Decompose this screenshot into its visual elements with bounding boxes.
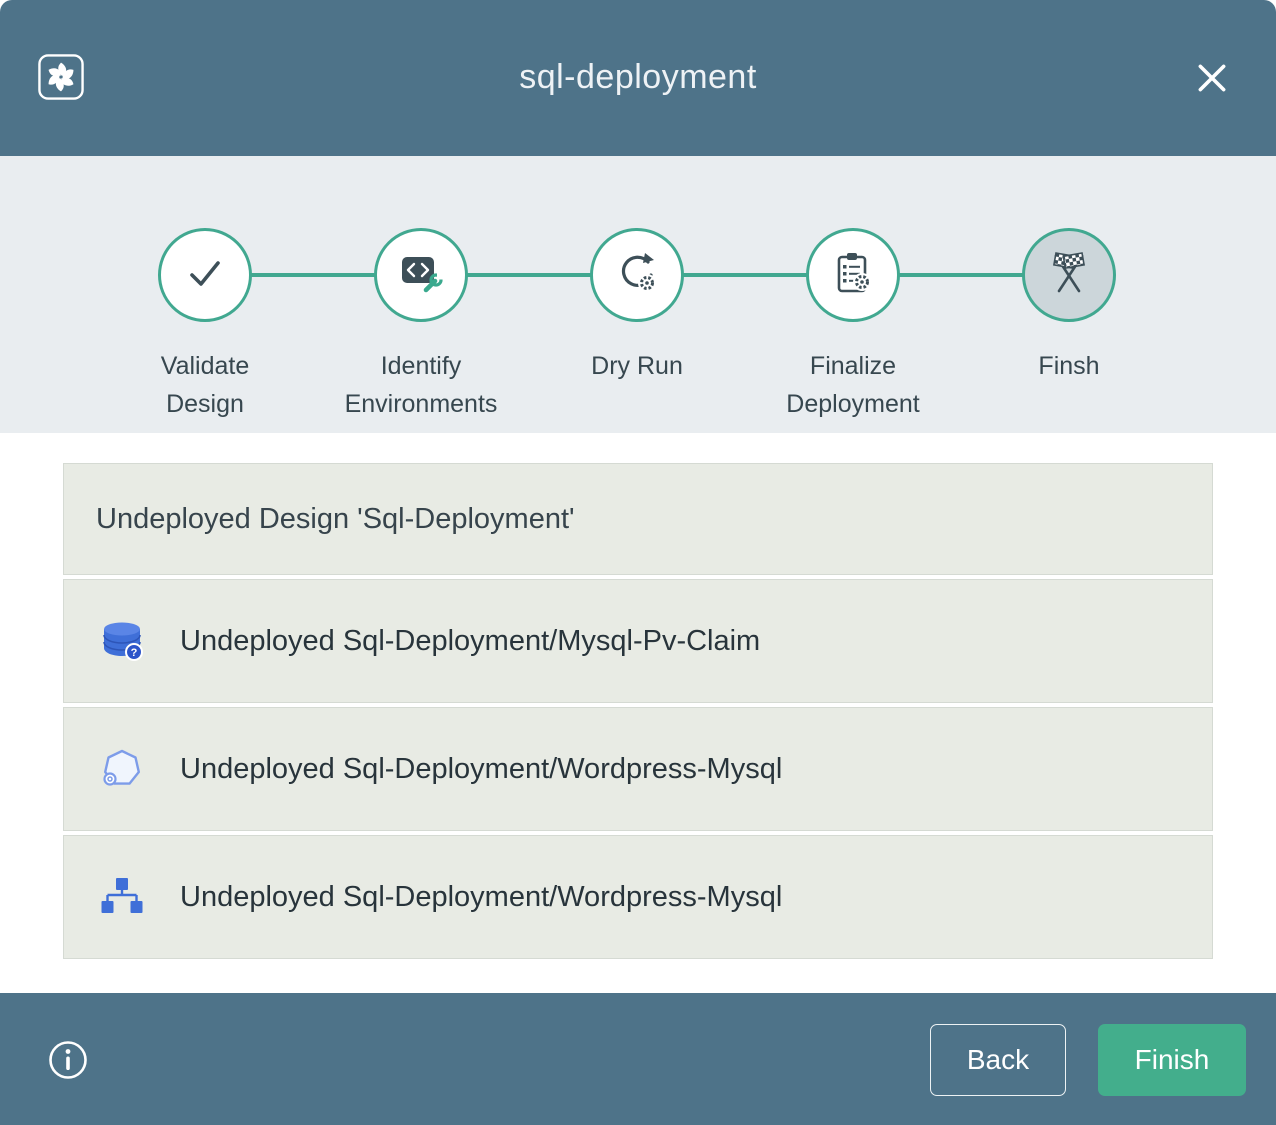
step-circle-validate-design [158, 228, 252, 322]
result-row-mysql-pv-claim: ? Undeployed Sql-Deployment/Mysql-Pv-Cla… [63, 579, 1213, 703]
result-row-text: Undeployed Sql-Deployment/Mysql-Pv-Claim [180, 625, 760, 658]
topology-icon [98, 874, 146, 920]
result-row-text: Undeployed Sql-Deployment/Wordpress-Mysq… [180, 881, 782, 914]
step-circle-finish [1022, 228, 1116, 322]
info-icon[interactable] [46, 1038, 90, 1082]
checkered-flags-icon [1043, 247, 1095, 304]
step-identify-environments: Identify Environments [313, 228, 529, 423]
step-circle-finalize-deployment [806, 228, 900, 322]
sync-gear-icon [613, 249, 661, 302]
step-label: Identify Environments [340, 348, 502, 423]
database-icon: ? [98, 620, 146, 662]
step-circle-dry-run [590, 228, 684, 322]
step-circle-identify-environments [374, 228, 468, 322]
step-validate-design: Validate Design [97, 228, 313, 423]
pod-icon [98, 746, 146, 792]
step-finish: Finsh [961, 228, 1177, 423]
modal-header: sql-deployment [0, 0, 1276, 156]
step-label: Finsh [1038, 348, 1099, 386]
back-button[interactable]: Back [930, 1024, 1066, 1096]
svg-text:?: ? [131, 647, 138, 659]
deployment-results-panel: Undeployed Design 'Sql-Deployment' ? Und… [0, 433, 1276, 993]
wizard-stepper: Validate Design Ident [0, 156, 1276, 433]
modal-title: sql-deployment [0, 58, 1276, 97]
step-finalize-deployment: Finalize Deployment [745, 228, 961, 423]
result-row-text: Undeployed Sql-Deployment/Wordpress-Mysq… [180, 753, 782, 786]
modal-footer: Back Finish [0, 993, 1276, 1125]
step-label: Validate Design [124, 348, 286, 423]
check-icon [182, 250, 228, 301]
code-wrench-icon [397, 249, 445, 302]
step-dry-run: Dry Run [529, 228, 745, 423]
finish-button[interactable]: Finish [1098, 1024, 1246, 1096]
result-header-text: Undeployed Design 'Sql-Deployment' [96, 503, 575, 536]
step-label: Dry Run [591, 348, 683, 386]
result-row-wordpress-mysql-topology: Undeployed Sql-Deployment/Wordpress-Mysq… [63, 835, 1213, 959]
close-icon[interactable] [1194, 60, 1230, 96]
result-header-row: Undeployed Design 'Sql-Deployment' [63, 463, 1213, 575]
deployment-wizard-modal: sql-deployment Validate Design [0, 0, 1276, 1125]
clipboard-gear-icon [829, 249, 877, 302]
step-label: Finalize Deployment [772, 348, 934, 423]
result-row-wordpress-mysql-pod: Undeployed Sql-Deployment/Wordpress-Mysq… [63, 707, 1213, 831]
